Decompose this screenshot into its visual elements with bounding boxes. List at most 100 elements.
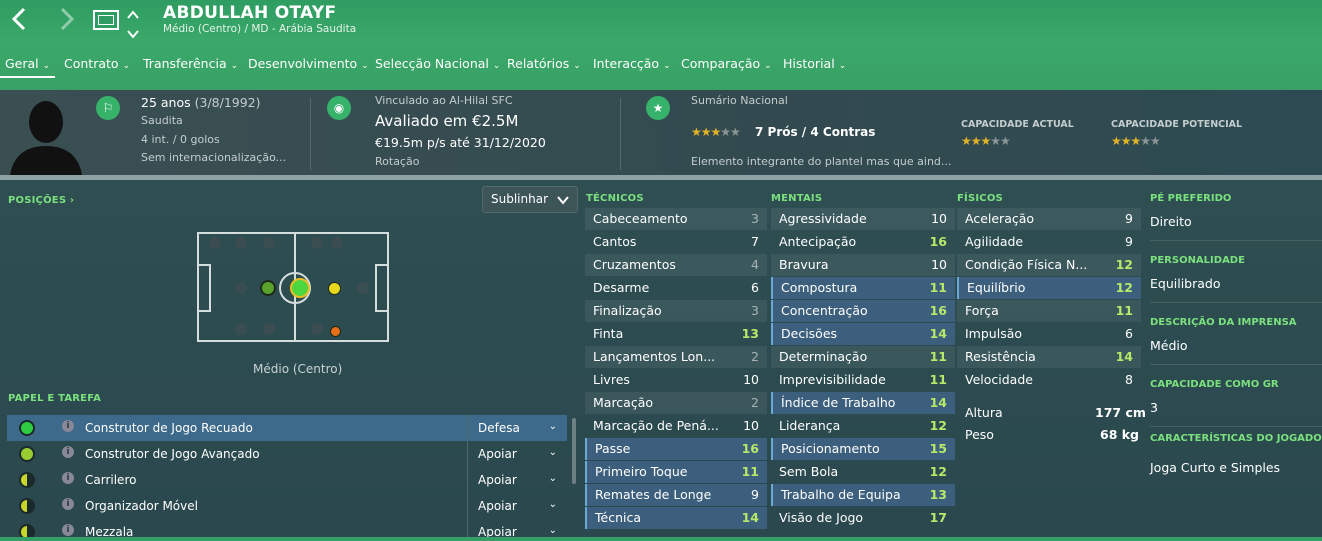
- attribute-row[interactable]: Agilidade 9: [957, 231, 1141, 253]
- info-icon[interactable]: i: [62, 446, 74, 458]
- tab-comparacao[interactable]: Comparação ⌄: [681, 56, 772, 71]
- attribute-row[interactable]: Imprevisibilidade 11: [771, 369, 955, 391]
- position-marker-dm[interactable]: [260, 280, 276, 296]
- info-icon[interactable]: i: [62, 498, 74, 510]
- attribute-row[interactable]: Marcação 2: [585, 392, 767, 414]
- duty-dropdown[interactable]: Defesa ⌄: [467, 415, 567, 441]
- attribute-value: 16: [929, 303, 947, 318]
- height-label: Altura: [965, 405, 1003, 420]
- attribute-row[interactable]: Liderança 12: [771, 415, 955, 437]
- role-row[interactable]: i Mezzala Apoiar ⌄: [7, 519, 567, 537]
- attribute-row[interactable]: Agressividade 10: [771, 208, 955, 230]
- forward-button[interactable]: [58, 7, 76, 36]
- attribute-value: 16: [929, 234, 947, 249]
- attribute-name: Compostura: [781, 280, 858, 295]
- tab-historial[interactable]: Historial ⌄: [783, 56, 846, 71]
- roles-label: PAPEL E TAREFA: [8, 393, 102, 404]
- tab-geral[interactable]: Geral ⌄: [0, 56, 56, 78]
- divider: [1150, 302, 1322, 303]
- attribute-row[interactable]: Cruzamentos 4: [585, 254, 767, 276]
- attribute-row[interactable]: Antecipação 16: [771, 231, 955, 253]
- role-row[interactable]: i Carrilero Apoiar ⌄: [7, 467, 567, 493]
- attribute-row[interactable]: Velocidade 8: [957, 369, 1141, 391]
- duty-dropdown[interactable]: Apoiar ⌄: [467, 467, 567, 493]
- attribute-row[interactable]: Concentração 16: [771, 300, 955, 322]
- highlight-dropdown[interactable]: Sublinhar: [482, 186, 578, 213]
- attribute-row[interactable]: Visão de Jogo 17: [771, 507, 955, 529]
- attribute-name: Equilíbrio: [967, 280, 1026, 295]
- attribute-value: 14: [929, 326, 947, 341]
- attribute-row[interactable]: Compostura 11: [771, 277, 955, 299]
- attribute-row[interactable]: Cantos 7: [585, 231, 767, 253]
- info-icon[interactable]: i: [62, 420, 74, 432]
- attribute-row[interactable]: Decisões 14: [771, 323, 955, 345]
- club-badge-icon: ◉: [327, 96, 351, 120]
- role-row[interactable]: i Construtor de Jogo Avançado Apoiar ⌄: [7, 441, 567, 467]
- media-description: DESCRIÇÃO DA IMPRENSA Médio: [1150, 317, 1297, 353]
- divider: [310, 98, 311, 170]
- attribute-row[interactable]: Condição Física N... 12: [957, 254, 1141, 276]
- tab-contrato[interactable]: Contrato ⌄: [64, 56, 130, 71]
- back-button[interactable]: [10, 7, 28, 36]
- attribute-value: 10: [931, 257, 947, 272]
- attribute-row[interactable]: Cabeceamento 3: [585, 208, 767, 230]
- attribute-row[interactable]: Posicionamento 15: [771, 438, 955, 460]
- roles-scrollbar[interactable]: [572, 418, 576, 484]
- attribute-row[interactable]: Marcação de Pená... 10: [585, 415, 767, 437]
- info-icon[interactable]: i: [62, 524, 74, 536]
- tab-interaccao[interactable]: Interacção ⌄: [593, 56, 671, 71]
- attribute-name: Decisões: [781, 326, 838, 341]
- attribute-row[interactable]: Finta 13: [585, 323, 767, 345]
- role-row[interactable]: i Construtor de Jogo Recuado Defesa ⌄: [7, 415, 567, 441]
- attribute-value: 9: [751, 487, 759, 502]
- role-row[interactable]: i Organizador Móvel Apoiar ⌄: [7, 493, 567, 519]
- player-name: ABDULLAH OTAYF: [163, 3, 337, 23]
- attribute-name: Marcação: [593, 395, 654, 410]
- attribute-row[interactable]: Remates de Longe 9: [585, 484, 767, 506]
- attribute-row[interactable]: Finalização 3: [585, 300, 767, 322]
- club-kit-icon[interactable]: [93, 10, 119, 30]
- player-selector-arrows[interactable]: [127, 5, 139, 39]
- position-marker-am[interactable]: [328, 282, 341, 295]
- attribute-row[interactable]: Primeiro Toque 11: [585, 461, 767, 483]
- info-icon[interactable]: i: [62, 472, 74, 484]
- attribute-name: Técnica: [595, 510, 642, 525]
- chevron-down-icon: ⌄: [42, 61, 51, 71]
- nationality-badge-icon: ⚐: [96, 96, 120, 120]
- attribute-row[interactable]: Sem Bola 12: [771, 461, 955, 483]
- chevron-down-icon: ⌄: [548, 421, 557, 432]
- chevron-down-icon: ⌄: [492, 61, 501, 71]
- player-subtitle: Médio (Centro) / MD - Arábia Saudita: [163, 23, 357, 35]
- attribute-row[interactable]: Livres 10: [585, 369, 767, 391]
- role-suitability-icon: [19, 446, 35, 462]
- attribute-name: Visão de Jogo: [779, 510, 864, 525]
- attribute-row[interactable]: Trabalho de Equipa 13: [771, 484, 955, 506]
- attribute-row[interactable]: Resistência 14: [957, 346, 1141, 368]
- player-avatar[interactable]: [10, 94, 82, 175]
- attribute-row[interactable]: Lançamentos Lon... 2: [585, 346, 767, 368]
- attribute-row[interactable]: Bravura 10: [771, 254, 955, 276]
- attribute-row[interactable]: Aceleração 9: [957, 208, 1141, 230]
- tab-relatorios[interactable]: Relatórios ⌄: [507, 56, 581, 71]
- duty-dropdown[interactable]: Apoiar ⌄: [467, 441, 567, 467]
- attribute-row[interactable]: Força 11: [957, 300, 1141, 322]
- tab-seleccao-nacional[interactable]: Selecção Nacional ⌄: [375, 56, 500, 71]
- position-marker-amr[interactable]: [330, 326, 341, 337]
- attribute-value: 10: [743, 372, 759, 387]
- positions-label[interactable]: POSIÇÕES ›: [8, 195, 74, 206]
- duty-dropdown[interactable]: Apoiar ⌄: [467, 493, 567, 519]
- attribute-name: Primeiro Toque: [595, 464, 688, 479]
- attribute-name: Índice de Trabalho: [781, 395, 896, 410]
- attribute-row[interactable]: Índice de Trabalho 14: [771, 392, 955, 414]
- attribute-row[interactable]: Impulsão 6: [957, 323, 1141, 345]
- attribute-row[interactable]: Desarme 6: [585, 277, 767, 299]
- attribute-row[interactable]: Técnica 14: [585, 507, 767, 529]
- pros-cons[interactable]: 7 Prós / 4 Contras: [755, 125, 875, 139]
- attribute-row[interactable]: Passe 16: [585, 438, 767, 460]
- position-marker-mc[interactable]: [290, 278, 310, 298]
- duty-dropdown[interactable]: Apoiar ⌄: [467, 519, 567, 537]
- attribute-row[interactable]: Determinação 11: [771, 346, 955, 368]
- attribute-row[interactable]: Equilíbrio 12: [957, 277, 1141, 299]
- tab-transferencia[interactable]: Transferência ⌄: [143, 56, 238, 71]
- tab-desenvolvimento[interactable]: Desenvolvimento ⌄: [248, 56, 369, 71]
